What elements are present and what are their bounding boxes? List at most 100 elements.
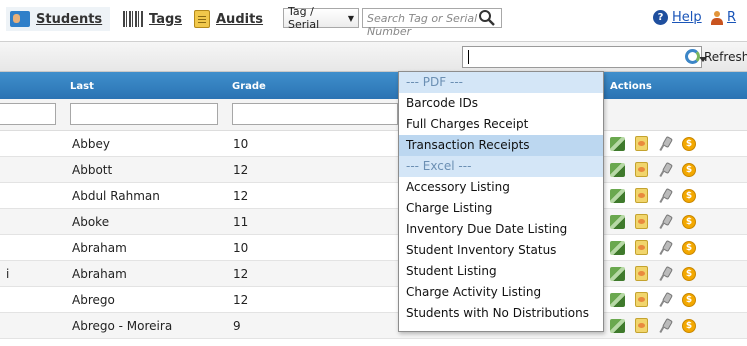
- dropdown-option[interactable]: Charge Listing: [399, 198, 603, 219]
- cell-grade: 12: [233, 189, 249, 203]
- user-label: R: [727, 10, 737, 25]
- filter-last-input[interactable]: [70, 103, 218, 125]
- receipt-icon[interactable]: [635, 318, 648, 333]
- cell-last: Abrego: [72, 293, 115, 307]
- dropdown-option[interactable]: Charge Activity Listing: [399, 282, 603, 303]
- column-header-grade[interactable]: Grade: [232, 81, 266, 92]
- charge-coin-icon[interactable]: $: [682, 318, 696, 333]
- table-row[interactable]: Abrego 12 $: [0, 287, 747, 313]
- refresh-icon: [685, 49, 700, 64]
- cell-grade: 12: [233, 267, 249, 281]
- cell-grade: 12: [233, 163, 249, 177]
- pin-icon[interactable]: [658, 137, 672, 151]
- cell-grade: 11: [233, 215, 249, 229]
- pin-icon[interactable]: [658, 267, 672, 281]
- table-row[interactable]: Abbott 12 $: [0, 157, 747, 183]
- receipt-icon[interactable]: [635, 214, 648, 229]
- grid-body: Abbey 10 $ Abbott 12 $ Abdul Rahman 12 $ Aboke 11 $…: [0, 131, 747, 339]
- grid-toolbar: Refresh: [0, 41, 747, 72]
- pin-icon[interactable]: [658, 293, 672, 307]
- report-select[interactable]: [462, 46, 707, 68]
- charge-coin-icon[interactable]: $: [682, 136, 696, 151]
- search-icon[interactable]: [478, 9, 496, 27]
- dropdown-option[interactable]: Transaction Receipts: [399, 135, 603, 156]
- edit-icon[interactable]: [610, 266, 625, 281]
- dropdown-option[interactable]: Student Listing: [399, 261, 603, 282]
- table-row[interactable]: Abrego - Moreira9N/A$: [0, 313, 747, 339]
- dropdown-option[interactable]: Accessory Listing: [399, 177, 603, 198]
- cell-last: Abraham: [72, 241, 127, 255]
- students-icon: [10, 11, 30, 27]
- clipboard-icon: [194, 10, 210, 28]
- charge-coin-icon[interactable]: $: [682, 214, 696, 229]
- nav-tags-label: Tags: [149, 11, 183, 27]
- nav-tags[interactable]: Tags: [123, 8, 182, 30]
- receipt-icon[interactable]: [635, 240, 648, 255]
- nav-students[interactable]: Students: [6, 7, 111, 31]
- nav-students-label: Students: [36, 11, 103, 27]
- column-header-actions: Actions: [610, 81, 652, 92]
- cell-grade: 12: [233, 293, 249, 307]
- charge-coin-icon[interactable]: $: [682, 162, 696, 177]
- filter-row: [0, 99, 747, 131]
- pin-icon[interactable]: [658, 319, 672, 333]
- help-icon: ?: [653, 10, 668, 25]
- receipt-icon[interactable]: [635, 136, 648, 151]
- dropdown-group-header: --- Excel ---: [399, 156, 603, 177]
- charge-coin-icon[interactable]: $: [682, 292, 696, 307]
- edit-icon[interactable]: [610, 292, 625, 307]
- cell-grade: 10: [233, 241, 249, 255]
- charge-coin-icon[interactable]: $: [682, 240, 696, 255]
- pin-icon[interactable]: [658, 215, 672, 229]
- charge-coin-icon[interactable]: $: [682, 188, 696, 203]
- pin-icon[interactable]: [658, 241, 672, 255]
- edit-icon[interactable]: [610, 136, 625, 151]
- dropdown-option[interactable]: Student Inventory Status: [399, 240, 603, 261]
- cell-last: Abbott: [72, 163, 113, 177]
- cell-grade: 9: [233, 319, 241, 333]
- dropdown-group-header: --- PDF ---: [399, 72, 603, 93]
- help-link[interactable]: ? Help: [653, 10, 702, 25]
- dropdown-option[interactable]: Students with No Distributions: [399, 303, 603, 324]
- cell-last: Abdul Rahman: [72, 189, 160, 203]
- receipt-icon[interactable]: [635, 292, 648, 307]
- dropdown-option[interactable]: Full Charges Receipt: [399, 114, 603, 135]
- filter-grade-input[interactable]: [232, 103, 398, 125]
- row-actions: $: [610, 162, 696, 177]
- search-type-select[interactable]: Tag / Serial ▼: [283, 5, 359, 31]
- row-actions: $: [610, 292, 696, 307]
- barcode-icon: [123, 11, 143, 27]
- user-icon: [711, 10, 723, 25]
- table-row[interactable]: i Abraham 12 $: [0, 261, 747, 287]
- table-row[interactable]: Abraham 10 $: [0, 235, 747, 261]
- cell-first: i: [6, 267, 10, 281]
- report-dropdown-list[interactable]: --- PDF --- Barcode IDs Full Charges Recei…: [398, 71, 604, 332]
- help-label: Help: [672, 10, 702, 25]
- edit-icon[interactable]: [610, 240, 625, 255]
- dropdown-option[interactable]: Inventory Due Date Listing: [399, 219, 603, 240]
- top-navigation: Students Tags Audits Tag / Serial ▼ Sear…: [0, 0, 747, 38]
- receipt-icon[interactable]: [635, 266, 648, 281]
- cell-last: Abbey: [72, 137, 110, 151]
- edit-icon[interactable]: [610, 318, 625, 333]
- edit-icon[interactable]: [610, 214, 625, 229]
- table-row[interactable]: Aboke 11 $: [0, 209, 747, 235]
- refresh-button[interactable]: Refresh: [685, 49, 747, 64]
- pin-icon[interactable]: [658, 163, 672, 177]
- nav-audits[interactable]: Audits: [194, 8, 263, 30]
- receipt-icon[interactable]: [635, 188, 648, 203]
- edit-icon[interactable]: [610, 188, 625, 203]
- row-actions: $: [610, 136, 696, 151]
- column-header-last[interactable]: Last: [70, 81, 94, 92]
- edit-icon[interactable]: [610, 162, 625, 177]
- chevron-down-icon: ▼: [347, 13, 354, 23]
- receipt-icon[interactable]: [635, 162, 648, 177]
- filter-first-input[interactable]: [0, 103, 56, 125]
- dropdown-option[interactable]: Barcode IDs: [399, 93, 603, 114]
- pin-icon[interactable]: [658, 189, 672, 203]
- user-menu-link[interactable]: R: [711, 10, 736, 25]
- table-row[interactable]: Abbey 10 $: [0, 131, 747, 157]
- text-cursor: [468, 50, 469, 64]
- charge-coin-icon[interactable]: $: [682, 266, 696, 281]
- table-row[interactable]: Abdul Rahman 12 $: [0, 183, 747, 209]
